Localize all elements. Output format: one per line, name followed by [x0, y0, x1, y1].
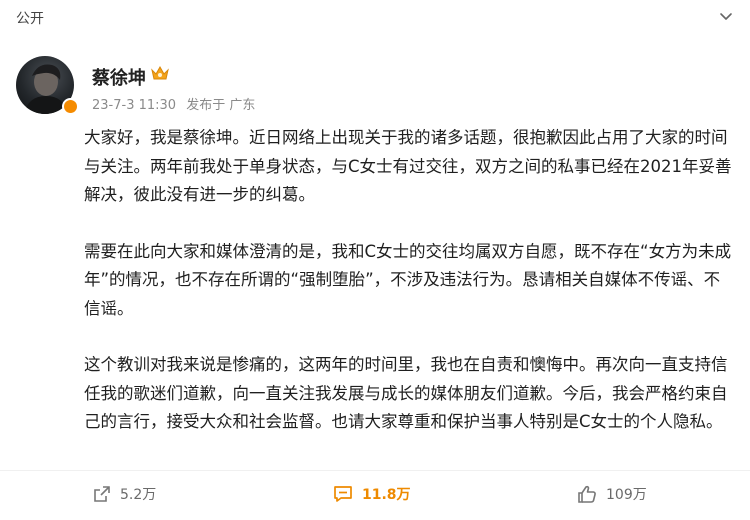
vip-crown-icon[interactable]: [150, 64, 170, 82]
post-paragraph: 大家好，我是蔡徐坤。近日网络上出现关于我的诸多话题，很抱歉因此占用了大家的时间与…: [84, 128, 732, 204]
post-location: 发布于 广东: [186, 98, 256, 113]
author-name[interactable]: 蔡徐坤: [92, 64, 146, 90]
like-button[interactable]: 109万: [576, 482, 647, 506]
comment-icon: [334, 486, 352, 502]
comment-button[interactable]: 11.8万: [332, 482, 411, 506]
post-body: 大家好，我是蔡徐坤。近日网络上出现关于我的诸多话题，很抱歉因此占用了大家的时间与…: [84, 124, 734, 465]
verified-badge-icon: [62, 98, 79, 115]
top-bar: 公开: [0, 0, 750, 34]
share-count: 5.2万: [120, 487, 157, 503]
comment-count: 11.8万: [362, 487, 411, 503]
post-paragraph: 这个教训对我来说是惨痛的，这两年的时间里，我也在自责和懊悔中。再次向一直支持信任…: [84, 355, 728, 431]
like-icon: [578, 485, 596, 503]
post-meta: 23-7-3 11:30 发布于 广东: [92, 94, 261, 113]
share-button[interactable]: 5.2万: [92, 482, 156, 506]
action-bar: 5.2万 11.8万 109万: [0, 478, 750, 512]
post-timestamp: 23-7-3 11:30: [92, 98, 177, 113]
visibility-label: 公开: [16, 11, 44, 27]
post-paragraph: 需要在此向大家和媒体澄清的是，我和C女士的交往均属双方自愿，既不存在“女方为未成…: [84, 241, 732, 318]
chevron-down-icon[interactable]: [718, 8, 734, 24]
share-icon: [94, 486, 110, 502]
divider: [0, 470, 750, 471]
like-count: 109万: [606, 487, 647, 503]
